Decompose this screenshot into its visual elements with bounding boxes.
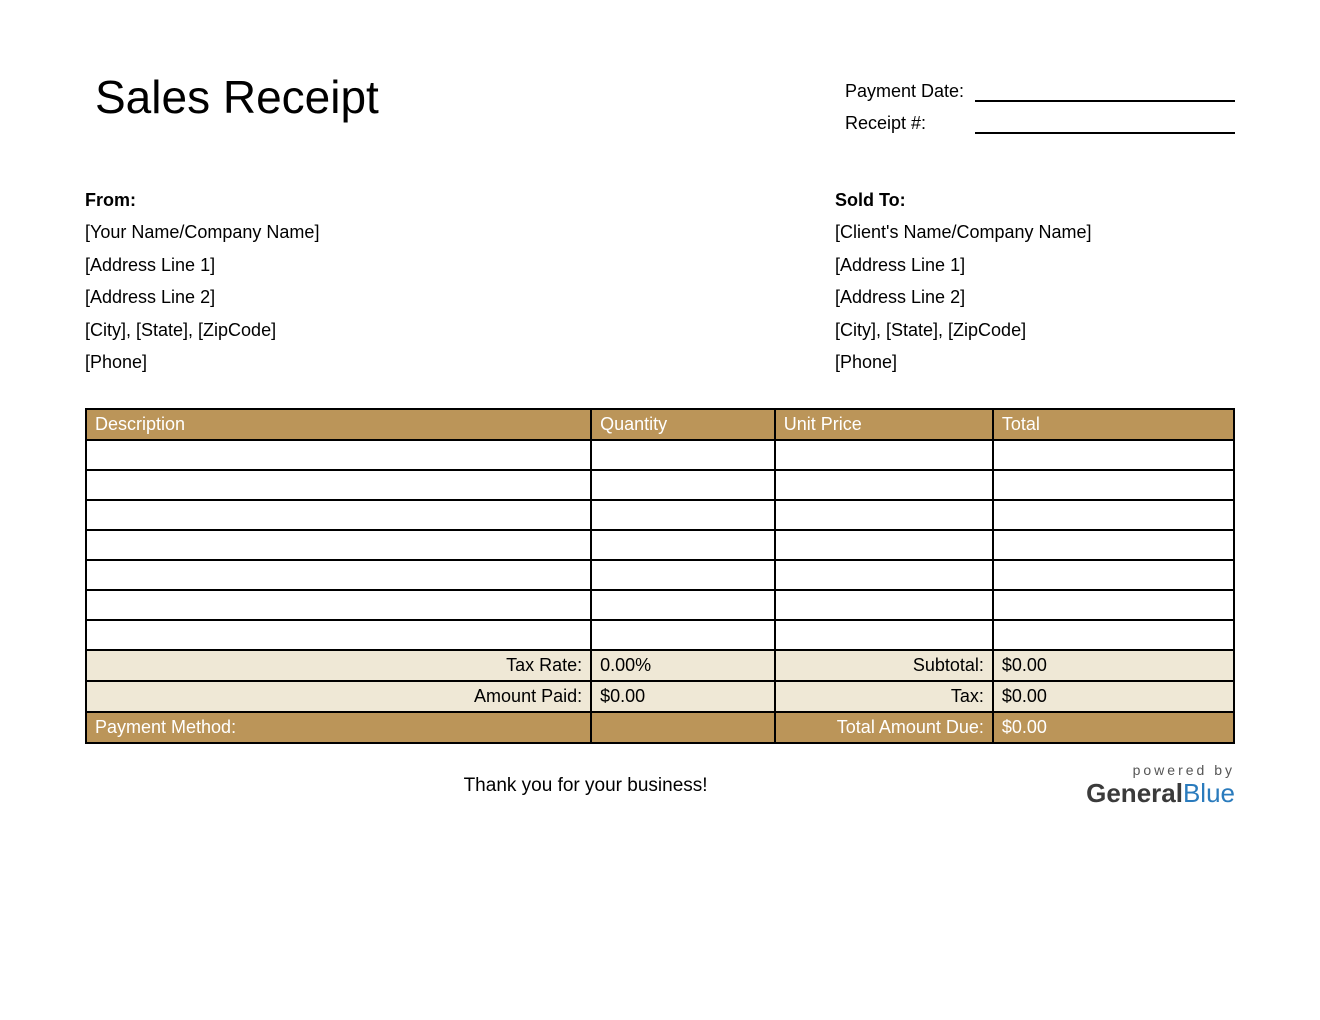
sold-to-name: [Client's Name/Company Name] — [835, 216, 1235, 248]
logo-blue: Blue — [1183, 778, 1235, 808]
subtotal-label: Subtotal: — [775, 650, 993, 681]
from-heading: From: — [85, 184, 319, 216]
tax-value: $0.00 — [993, 681, 1234, 712]
table-row[interactable] — [86, 620, 1234, 650]
payment-date-field[interactable] — [975, 80, 1235, 102]
from-block: From: [Your Name/Company Name] [Address … — [85, 184, 319, 378]
table-row[interactable] — [86, 440, 1234, 470]
sold-to-city-state-zip: [City], [State], [ZipCode] — [835, 314, 1235, 346]
summary-row-total: Payment Method: Total Amount Due: $0.00 — [86, 712, 1234, 743]
sold-to-block: Sold To: [Client's Name/Company Name] [A… — [835, 184, 1235, 378]
table-row[interactable] — [86, 470, 1234, 500]
total-due-value: $0.00 — [993, 712, 1234, 743]
col-description: Description — [86, 409, 591, 440]
powered-by-text: powered by — [1086, 762, 1235, 778]
from-addr2: [Address Line 2] — [85, 281, 319, 313]
total-due-label: Total Amount Due: — [775, 712, 993, 743]
sold-to-addr1: [Address Line 1] — [835, 249, 1235, 281]
generalblue-logo: GeneralBlue — [1086, 778, 1235, 809]
table-row[interactable] — [86, 590, 1234, 620]
receipt-number-label: Receipt #: — [845, 113, 975, 134]
table-row[interactable] — [86, 560, 1234, 590]
subtotal-value: $0.00 — [993, 650, 1234, 681]
col-total: Total — [993, 409, 1234, 440]
from-city-state-zip: [City], [State], [ZipCode] — [85, 314, 319, 346]
tax-rate-label: Tax Rate: — [86, 650, 591, 681]
amount-paid-label: Amount Paid: — [86, 681, 591, 712]
from-phone: [Phone] — [85, 346, 319, 378]
page-title: Sales Receipt — [95, 70, 379, 124]
logo-general: General — [1086, 778, 1183, 808]
logo: powered by GeneralBlue — [1086, 762, 1235, 809]
payment-method-value[interactable] — [591, 712, 775, 743]
table-row[interactable] — [86, 530, 1234, 560]
col-quantity: Quantity — [591, 409, 775, 440]
from-addr1: [Address Line 1] — [85, 249, 319, 281]
items-table: Description Quantity Unit Price Total Ta… — [85, 408, 1235, 744]
table-row[interactable] — [86, 500, 1234, 530]
from-name: [Your Name/Company Name] — [85, 216, 319, 248]
col-unit-price: Unit Price — [775, 409, 993, 440]
summary-row-2: Amount Paid: $0.00 Tax: $0.00 — [86, 681, 1234, 712]
tax-label: Tax: — [775, 681, 993, 712]
sold-to-heading: Sold To: — [835, 184, 1235, 216]
sold-to-addr2: [Address Line 2] — [835, 281, 1235, 313]
summary-row-1: Tax Rate: 0.00% Subtotal: $0.00 — [86, 650, 1234, 681]
payment-date-label: Payment Date: — [845, 81, 975, 102]
thank-you-text: Thank you for your business! — [85, 775, 1086, 797]
amount-paid-value: $0.00 — [591, 681, 775, 712]
receipt-meta: Payment Date: Receipt #: — [845, 80, 1235, 144]
sold-to-phone: [Phone] — [835, 346, 1235, 378]
tax-rate-value: 0.00% — [591, 650, 775, 681]
receipt-number-field[interactable] — [975, 112, 1235, 134]
payment-method-label: Payment Method: — [86, 712, 591, 743]
